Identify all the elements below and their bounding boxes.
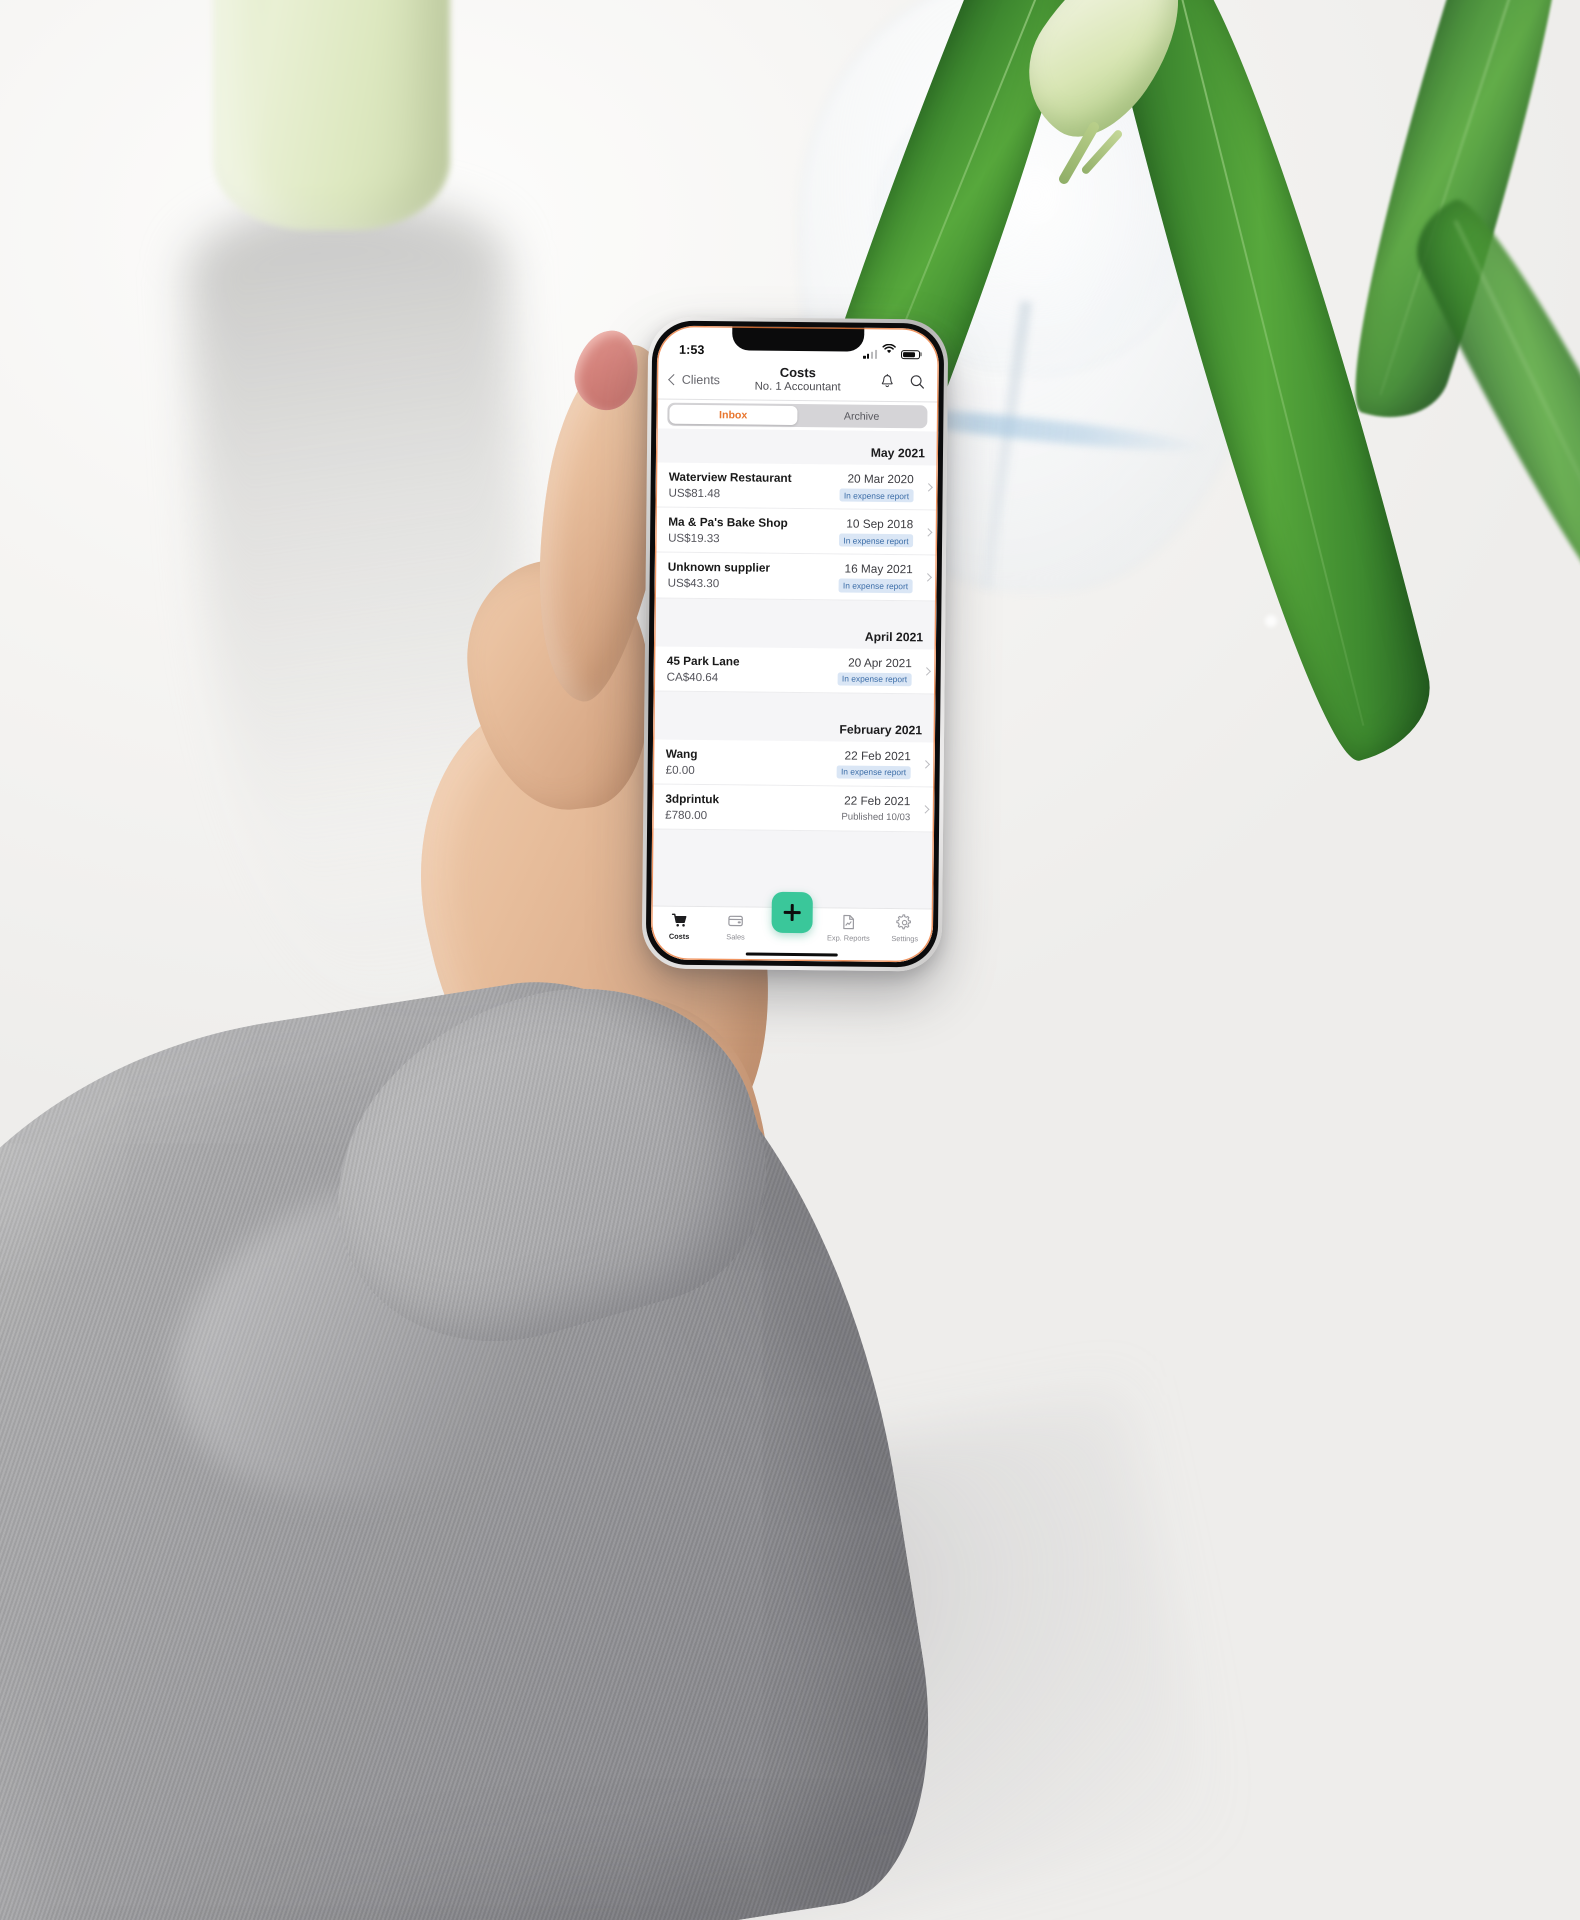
row-amount: US$43.30 — [667, 577, 720, 591]
wifi-icon — [882, 341, 896, 359]
row-date: 10 Sep 2018 — [846, 516, 914, 532]
tab-settings[interactable]: Settings — [877, 914, 934, 943]
bell-icon[interactable] — [879, 373, 896, 390]
row-amount: £780.00 — [665, 808, 708, 823]
water-bubble — [1265, 615, 1277, 627]
row-top: 45 Park Lane 20 Apr 2021 — [667, 653, 923, 670]
chevron-right-icon — [924, 483, 933, 492]
tab-label: Settings — [891, 933, 919, 943]
status-indicators — [863, 341, 921, 360]
smartphone: 1:53 Clients Costs No. 1 Accountant Inbo… — [641, 316, 949, 972]
supplier-name: Waterview Restaurant — [668, 469, 792, 485]
status-badge: In expense report — [836, 765, 911, 780]
gear-icon — [896, 914, 912, 930]
row-bottom: US$19.33 In expense report — [668, 532, 924, 548]
chevron-left-icon — [668, 373, 680, 385]
tab-sales[interactable]: Sales — [707, 912, 764, 941]
supplier-name: 3dprintuk — [665, 791, 720, 807]
phone-bezel: 1:53 Clients Costs No. 1 Accountant Inbo… — [645, 320, 945, 968]
chevron-right-icon — [923, 528, 933, 537]
cost-list[interactable]: May 2021 Waterview Restaurant 20 Mar 202… — [651, 428, 939, 909]
row-top: Unknown supplier 16 May 2021 — [668, 560, 924, 577]
row-bottom: US$43.30 In expense report — [668, 577, 924, 593]
shopping-cart-icon — [671, 913, 687, 927]
expense-report-icon — [843, 914, 854, 930]
segmented-control-wrap: Inbox Archive — [656, 400, 938, 432]
nav-actions — [879, 373, 926, 390]
chevron-right-icon — [921, 805, 930, 814]
search-icon[interactable] — [909, 373, 926, 390]
section-header: May 2021 — [655, 428, 939, 466]
status-time: 1:53 — [679, 342, 705, 358]
tab-label: Sales — [726, 931, 745, 941]
cellular-signal-icon — [863, 349, 878, 359]
back-button-label: Clients — [681, 372, 721, 387]
row-amount: £0.00 — [665, 763, 695, 777]
supplier-name: 45 Park Lane — [666, 653, 740, 668]
tab-archive[interactable]: Archive — [797, 406, 926, 427]
status-badge: In expense report — [839, 488, 914, 503]
chevron-right-icon — [921, 759, 930, 769]
section-header: February 2021 — [652, 691, 936, 743]
row-bottom: £780.00 Published 10/03 — [665, 809, 921, 825]
tab-inbox[interactable]: Inbox — [668, 404, 798, 426]
row-bottom: US$81.48 In expense report — [669, 487, 925, 503]
table-row[interactable]: Waterview Restaurant 20 Mar 2020 US$81.4… — [655, 462, 938, 511]
tab-exp-reports[interactable]: Exp. Reports — [820, 913, 877, 942]
row-date: 22 Feb 2021 — [844, 793, 911, 809]
supplier-name: Wang — [665, 746, 698, 761]
row-amount: US$81.48 — [668, 486, 721, 501]
section-title: February 2021 — [839, 722, 923, 738]
page-title: Costs — [779, 365, 816, 381]
segmented-control: Inbox Archive — [667, 402, 928, 429]
table-row[interactable]: Unknown supplier 16 May 2021 US$43.30 In… — [654, 552, 937, 602]
section-title: April 2021 — [864, 629, 924, 644]
row-amount: US$19.33 — [668, 531, 720, 546]
row-top: Ma & Pa's Bake Shop 10 Sep 2018 — [668, 515, 924, 532]
supplier-name: Unknown supplier — [667, 560, 771, 576]
row-top: 3dprintuk 22 Feb 2021 — [665, 792, 921, 809]
nav-title-block: Costs No. 1 Accountant — [754, 365, 841, 395]
tab-bar-spacer — [764, 891, 820, 934]
row-bottom: CA$40.64 In expense report — [667, 670, 923, 686]
status-badge: In expense report — [838, 578, 913, 593]
back-button[interactable]: Clients — [668, 372, 721, 387]
tab-bar: Costs Sales Exp. Reports Settings — [650, 891, 934, 963]
phone-screen: 1:53 Clients Costs No. 1 Accountant Inbo… — [650, 325, 940, 963]
matcha-glass — [213, 0, 450, 230]
section-header: April 2021 — [653, 598, 937, 650]
row-amount: CA$40.64 — [666, 670, 719, 684]
row-top: Wang 22 Feb 2021 — [666, 746, 922, 763]
section-title: May 2021 — [870, 445, 926, 461]
tab-label: Costs — [668, 931, 690, 941]
row-bottom: £0.00 In expense report — [665, 763, 922, 780]
table-row[interactable]: Ma & Pa's Bake Shop 10 Sep 2018 US$19.33… — [654, 507, 938, 556]
row-date: 22 Feb 2021 — [844, 748, 911, 763]
row-top: Waterview Restaurant 20 Mar 2020 — [669, 470, 925, 487]
row-date: 20 Mar 2020 — [847, 471, 914, 487]
supplier-name: Ma & Pa's Bake Shop — [668, 514, 788, 531]
status-badge: In expense report — [837, 672, 912, 686]
row-date: 16 May 2021 — [844, 561, 913, 577]
row-date: 20 Apr 2021 — [848, 655, 912, 670]
chevron-right-icon — [923, 573, 932, 583]
status-badge: In expense report — [838, 533, 914, 548]
table-row[interactable]: 45 Park Lane 20 Apr 2021 CA$40.64 In exp… — [653, 646, 936, 695]
page-subtitle: No. 1 Accountant — [754, 380, 841, 394]
publish-status: Published 10/03 — [841, 811, 911, 824]
nav-bar: Clients Costs No. 1 Accountant — [656, 359, 939, 403]
table-row[interactable]: Wang 22 Feb 2021 £0.00 In expense report — [652, 739, 935, 788]
home-indicator[interactable] — [745, 952, 838, 957]
table-row[interactable]: 3dprintuk 22 Feb 2021 £780.00 Published … — [652, 784, 935, 833]
status-bar: 1:53 — [657, 326, 939, 363]
chevron-right-icon — [922, 666, 931, 676]
tab-costs[interactable]: Costs — [651, 912, 708, 941]
battery-icon — [900, 349, 921, 360]
tab-label: Exp. Reports — [826, 932, 870, 943]
credit-card-icon — [728, 915, 743, 927]
